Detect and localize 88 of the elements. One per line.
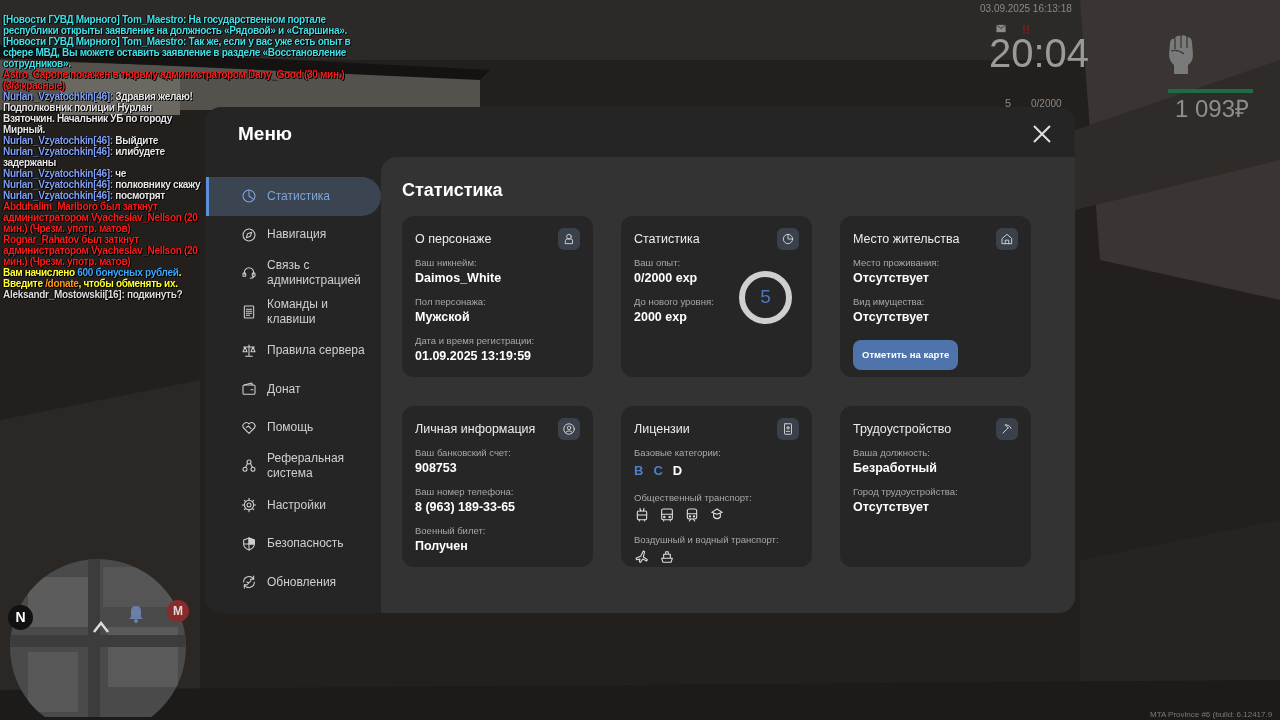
sidebar-item[interactable]: Обновления (208, 562, 381, 602)
field-value: Получен (415, 538, 469, 555)
chat-message: Aleksandr_Mostowskii[16]: подкинуть? (3, 289, 184, 300)
field-value: Отсутствует (853, 309, 930, 326)
field-value: Безработный (853, 460, 938, 477)
chat-message: Rognar_Rahatov был заткнут администратором Vyacheslav_Nellson (20 мин.) (Чрезм. употр. матов) (3, 234, 199, 267)
field-label: Пол персонажа: (415, 295, 487, 308)
chat-message: Nurlan_Vzyatochkin[46]: посмотрят (3, 190, 166, 201)
field-value: 908753 (415, 460, 458, 477)
field-label: Военный билет: (415, 524, 487, 537)
level-ring: 5 (739, 271, 792, 324)
card-title: Место жительства (853, 230, 960, 248)
chart-icon (241, 188, 257, 205)
field-value: Отсутствует (853, 499, 930, 516)
sidebar-item[interactable]: Реферальная система (208, 447, 381, 486)
chat-message: [Новости ГУВД Мирного] Tom_Maestro: На государственном портале республики открыты заявление на должность «Рядовой» и «Старшина». (3, 14, 348, 36)
level-number: 5 (1005, 96, 1012, 111)
settings-icon (241, 497, 257, 514)
field-label: Ваш опыт: (634, 256, 682, 269)
card-title: Трудоустройство (853, 420, 952, 438)
sidebar-item[interactable]: Команды и клавиши (208, 292, 381, 332)
experience-count: 0/2000 (1031, 97, 1062, 111)
chat-message: [Новости ГУВД Мирного] Tom_Maestro: Так же, если у вас уже есть опыт в сфере МВД, Вы можете оставить заявление в разделе «Восстановление сотрудников». (3, 36, 352, 69)
license-category: D (672, 462, 683, 480)
shield-icon (241, 535, 257, 552)
mail-icon (994, 23, 1008, 34)
sidebar-item[interactable]: Статистика (208, 177, 381, 216)
close-button[interactable] (1033, 125, 1051, 143)
field-label: Ваш никнейм: (415, 256, 478, 269)
wallet-icon (241, 381, 257, 398)
field-value: Отсутствует (853, 270, 930, 287)
trolleybus-icon (634, 506, 650, 523)
field-label: Ваш банковский счет: (415, 446, 512, 459)
sidebar-item[interactable]: Связь с администрацией (208, 254, 381, 293)
ship-icon (659, 548, 675, 565)
field-label: Общественный транспорт: (634, 490, 753, 504)
scales-icon (241, 342, 257, 359)
chat-message: Nurlan_Vzyatochkin[46]: Здравия желаю! Подполковник полиции Нурлан Взяточкин. Начальник УБ по городу Мирный. (3, 91, 194, 135)
sidebar-item[interactable]: Помощь (208, 408, 381, 448)
card-title: Лицензии (634, 420, 690, 438)
card-title: Статистика (634, 230, 700, 248)
document-icon (241, 304, 257, 321)
card-title: О персонаже (415, 230, 492, 248)
field-value: Мужской (415, 309, 471, 326)
field-label: Базовые категории: (634, 446, 722, 459)
date-time: 03.09.2025 16:13:18 (980, 2, 1072, 16)
refresh-icon (241, 574, 257, 591)
field-value: Daimos_White (415, 270, 503, 287)
network-icon (241, 458, 257, 475)
card-title: Личная информация (415, 420, 536, 438)
field-label: Ваша должность: (853, 446, 931, 459)
chat-message: Nurlan_Vzyatochkin[46]: че (3, 168, 128, 179)
field-label: Ваш номер телефона: (415, 485, 515, 498)
field-label: Вид имущества: (853, 295, 926, 308)
field-label: Воздушный и водный транспорт: (634, 532, 779, 546)
field-value: 8 (963) 189-33-65 (415, 499, 516, 516)
chat-message: Abduhalim_Marlboro был заткнут администратором Vyacheslav_Nellson (20 мин.) (Чрезм. употр. матов) (3, 201, 199, 234)
license-category: B (634, 462, 644, 480)
fist-icon (1166, 34, 1196, 76)
bus-icon (659, 506, 675, 523)
bell-marker-icon (127, 603, 145, 623)
compass-icon (241, 226, 257, 243)
chat-message: Nurlan_Vzyatochkin[46]: Выйдите (3, 135, 159, 146)
field-label: Город трудоустройства: (853, 485, 958, 498)
sidebar-item[interactable]: Донат (208, 369, 381, 409)
field-value: 0/2000 exp (634, 270, 699, 287)
sidebar-item[interactable]: Правила сервера (208, 331, 381, 370)
field-label: Место проживания: (853, 256, 941, 269)
mark-on-map-button[interactable]: Отметить на карте (853, 340, 959, 371)
field-value: 2000 exp (634, 309, 688, 326)
train-icon (684, 506, 700, 523)
money-amount: 1 093₽ (1175, 95, 1250, 123)
field-label: До нового уровня: (634, 295, 714, 308)
sidebar-item[interactable]: Настройки (208, 485, 381, 525)
field-label: Дата и время регистрации: (415, 334, 535, 347)
build-info: MTA Province #6 (build: 6.12417.9 (1150, 710, 1273, 720)
sidebar-item[interactable]: Навигация (208, 215, 381, 255)
headset-icon (241, 265, 257, 282)
chat-message: Nurlan_Vzyatochkin[46]: полковнику скажу (3, 179, 202, 190)
field-value: 01.09.2025 13:19:59 (415, 348, 533, 365)
sidebar-item[interactable]: Безопасность (208, 524, 381, 563)
menu-title: Меню (238, 121, 293, 146)
airplane-icon (634, 548, 650, 565)
chat-message: Вам начислено 600 бонусных рублей. Введите /donate, чтобы обменять их. (3, 267, 183, 289)
license-category: C (653, 462, 663, 480)
alert-indicator: !! (1022, 22, 1030, 39)
page-title: Статистика (402, 179, 504, 202)
chat-message: Astro_Capone посажен в тюрьму администратором Dany_Good (30 мин.) (3/3 красные) (3, 69, 346, 91)
